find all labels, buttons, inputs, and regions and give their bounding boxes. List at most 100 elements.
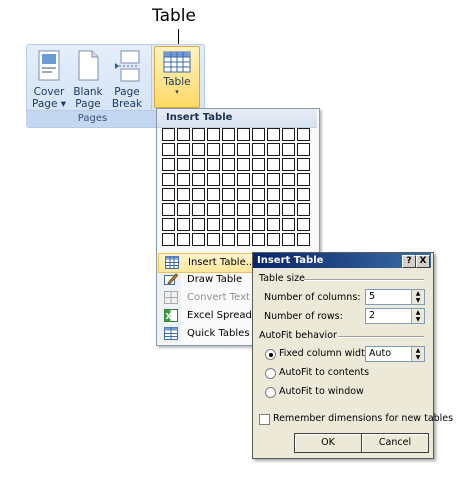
grid-cell[interactable] <box>237 158 250 171</box>
grid-cell[interactable] <box>267 128 280 141</box>
grid-cell[interactable] <box>252 188 265 201</box>
grid-cell[interactable] <box>297 233 310 246</box>
grid-cell[interactable] <box>282 218 295 231</box>
rows-stepper[interactable]: 2 ▲ ▼ <box>365 308 425 324</box>
grid-cell[interactable] <box>192 188 205 201</box>
grid-cell[interactable] <box>267 173 280 186</box>
grid-cell[interactable] <box>222 188 235 201</box>
grid-cell[interactable] <box>252 203 265 216</box>
grid-cell[interactable] <box>252 233 265 246</box>
spin-up-icon[interactable]: ▲ <box>412 347 424 354</box>
grid-cell[interactable] <box>162 128 175 141</box>
grid-cell[interactable] <box>177 158 190 171</box>
grid-cell[interactable] <box>207 128 220 141</box>
grid-cell[interactable] <box>207 233 220 246</box>
grid-cell[interactable] <box>237 233 250 246</box>
grid-cell[interactable] <box>192 173 205 186</box>
page-break-button[interactable]: Page Break <box>109 48 145 110</box>
grid-cell[interactable] <box>297 173 310 186</box>
grid-cell[interactable] <box>177 203 190 216</box>
grid-cell[interactable] <box>192 233 205 246</box>
grid-cell[interactable] <box>252 128 265 141</box>
grid-cell[interactable] <box>297 188 310 201</box>
fit-window-radio[interactable] <box>265 387 276 398</box>
grid-cell[interactable] <box>222 158 235 171</box>
grid-cell[interactable] <box>177 128 190 141</box>
spin-down-icon[interactable]: ▼ <box>412 316 424 323</box>
grid-cell[interactable] <box>252 143 265 156</box>
grid-cell[interactable] <box>237 218 250 231</box>
grid-cell[interactable] <box>282 188 295 201</box>
grid-cell[interactable] <box>297 203 310 216</box>
grid-cell[interactable] <box>177 143 190 156</box>
grid-cell[interactable] <box>297 158 310 171</box>
grid-cell[interactable] <box>207 203 220 216</box>
grid-cell[interactable] <box>237 128 250 141</box>
grid-cell[interactable] <box>177 173 190 186</box>
grid-cell[interactable] <box>252 173 265 186</box>
grid-cell[interactable] <box>192 218 205 231</box>
grid-cell[interactable] <box>222 128 235 141</box>
fit-contents-radio[interactable] <box>265 368 276 379</box>
insert-table-grid[interactable] <box>162 128 314 250</box>
grid-cell[interactable] <box>162 188 175 201</box>
grid-cell[interactable] <box>282 173 295 186</box>
ok-button[interactable]: OK <box>294 433 362 453</box>
grid-cell[interactable] <box>252 158 265 171</box>
columns-stepper[interactable]: 5 ▲ ▼ <box>365 289 425 305</box>
grid-cell[interactable] <box>162 158 175 171</box>
fixed-width-radio[interactable] <box>265 349 276 360</box>
close-button[interactable]: X <box>416 255 430 268</box>
grid-cell[interactable] <box>162 203 175 216</box>
grid-cell[interactable] <box>282 203 295 216</box>
grid-cell[interactable] <box>237 173 250 186</box>
help-button[interactable]: ? <box>402 255 416 268</box>
fixed-width-stepper[interactable]: Auto ▲ ▼ <box>365 346 425 362</box>
grid-cell[interactable] <box>237 143 250 156</box>
grid-cell[interactable] <box>192 143 205 156</box>
grid-cell[interactable] <box>237 203 250 216</box>
grid-cell[interactable] <box>222 143 235 156</box>
grid-cell[interactable] <box>297 128 310 141</box>
grid-cell[interactable] <box>222 218 235 231</box>
grid-cell[interactable] <box>207 173 220 186</box>
grid-cell[interactable] <box>162 173 175 186</box>
grid-cell[interactable] <box>222 203 235 216</box>
grid-cell[interactable] <box>267 203 280 216</box>
grid-cell[interactable] <box>282 143 295 156</box>
spin-up-icon[interactable]: ▲ <box>412 309 424 316</box>
grid-cell[interactable] <box>297 218 310 231</box>
grid-cell[interactable] <box>192 158 205 171</box>
grid-cell[interactable] <box>222 233 235 246</box>
grid-cell[interactable] <box>297 143 310 156</box>
grid-cell[interactable] <box>237 188 250 201</box>
grid-cell[interactable] <box>192 128 205 141</box>
grid-cell[interactable] <box>267 218 280 231</box>
grid-cell[interactable] <box>177 233 190 246</box>
grid-cell[interactable] <box>207 143 220 156</box>
cover-page-button[interactable]: Cover Page ▾ <box>31 48 67 110</box>
spin-up-icon[interactable]: ▲ <box>412 290 424 297</box>
grid-cell[interactable] <box>207 188 220 201</box>
grid-cell[interactable] <box>207 218 220 231</box>
grid-cell[interactable] <box>162 218 175 231</box>
grid-cell[interactable] <box>252 218 265 231</box>
grid-cell[interactable] <box>207 158 220 171</box>
grid-cell[interactable] <box>177 218 190 231</box>
grid-cell[interactable] <box>267 143 280 156</box>
grid-cell[interactable] <box>222 173 235 186</box>
grid-cell[interactable] <box>282 233 295 246</box>
blank-page-button[interactable]: Blank Page <box>70 48 106 110</box>
grid-cell[interactable] <box>267 158 280 171</box>
spin-down-icon[interactable]: ▼ <box>412 297 424 304</box>
table-button[interactable]: Table ▾ <box>154 46 200 108</box>
grid-cell[interactable] <box>162 143 175 156</box>
grid-cell[interactable] <box>267 233 280 246</box>
grid-cell[interactable] <box>282 158 295 171</box>
remember-dimensions-checkbox[interactable] <box>259 414 270 425</box>
grid-cell[interactable] <box>192 203 205 216</box>
grid-cell[interactable] <box>177 188 190 201</box>
grid-cell[interactable] <box>282 128 295 141</box>
cancel-button[interactable]: Cancel <box>361 433 429 453</box>
grid-cell[interactable] <box>162 233 175 246</box>
